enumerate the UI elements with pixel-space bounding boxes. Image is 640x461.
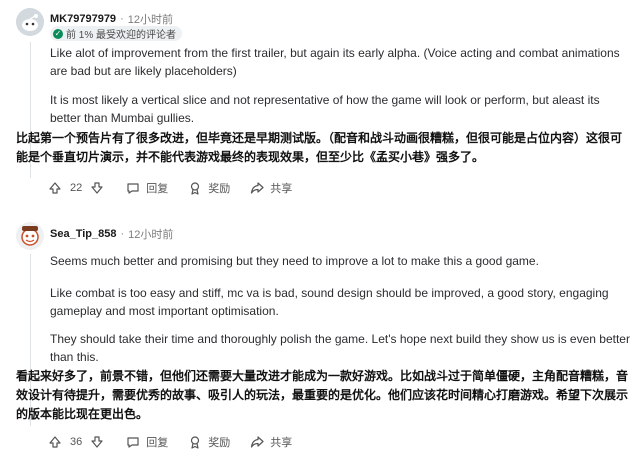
downvote-arrow-icon[interactable] <box>90 181 104 195</box>
award-label: 奖励 <box>208 437 231 449</box>
translation-text: 比起第一个预告片有了很多改进，但毕竟还是早期测试版。（配音和战斗动画很糟糕，但很… <box>16 131 623 164</box>
username[interactable]: MK79797979 <box>50 13 116 25</box>
action-bar: 36 回复 奖励 共享 <box>48 432 312 452</box>
upvote-arrow-icon[interactable] <box>48 181 62 195</box>
reply-label: 回复 <box>146 437 169 449</box>
timestamp[interactable]: 12小时前 <box>128 11 173 27</box>
avatar[interactable] <box>16 222 44 250</box>
vote-count: 36 <box>70 436 83 448</box>
award-button[interactable]: 奖励 <box>188 432 230 452</box>
award-label: 奖励 <box>208 183 231 195</box>
share-button[interactable]: 共享 <box>250 178 292 198</box>
downvote-arrow-icon[interactable] <box>90 435 104 449</box>
reply-button[interactable]: 回复 <box>126 432 168 452</box>
comment-paragraph: Like combat is too easy and stiff, mc va… <box>50 286 609 318</box>
comment-paragraph: Seems much better and promising but they… <box>50 254 539 268</box>
comment-meta: Sea_Tip_858 · 12小时前 <box>50 226 173 242</box>
speech-bubble-icon <box>126 181 140 195</box>
reply-label: 回复 <box>146 183 169 195</box>
share-label: 共享 <box>270 183 293 195</box>
separator-dot: · <box>120 13 124 25</box>
username[interactable]: Sea_Tip_858 <box>50 228 116 240</box>
translation-text: 看起来好多了，前景不错，但他们还需要大量改进才能成为一款好游戏。比如战斗过于简单… <box>16 369 629 421</box>
speech-bubble-icon <box>126 435 140 449</box>
avatar[interactable] <box>16 8 44 36</box>
share-button[interactable]: 共享 <box>250 432 292 452</box>
share-label: 共享 <box>270 437 293 449</box>
award-medal-icon <box>188 181 202 195</box>
share-arrow-icon <box>250 435 264 449</box>
reply-button[interactable]: 回复 <box>126 178 168 198</box>
comment-paragraph: It is most likely a vertical slice and n… <box>50 93 600 125</box>
action-bar: 22 回复 奖励 共享 <box>48 178 312 198</box>
separator-dot: · <box>120 228 125 240</box>
timestamp[interactable]: 12小时前 <box>128 226 173 242</box>
comment-paragraph: They should take their time and thorough… <box>50 332 630 364</box>
check-icon: ✓ <box>53 28 63 39</box>
flair-badge: ✓ 前 1% 最受欢迎的评论者 <box>50 26 183 41</box>
award-button[interactable]: 奖励 <box>188 178 230 198</box>
share-arrow-icon <box>250 181 264 195</box>
flair-label: 前 1% 最受欢迎的评论者 <box>66 30 177 41</box>
vote-group: 36 <box>48 435 104 449</box>
vote-count: 22 <box>70 182 83 194</box>
award-medal-icon <box>188 435 202 449</box>
upvote-arrow-icon[interactable] <box>48 435 62 449</box>
comment-paragraph: Like alot of improvement from the first … <box>50 46 620 78</box>
comment-meta: MK79797979 · 12小时前 <box>50 11 173 27</box>
vote-group: 22 <box>48 181 104 195</box>
